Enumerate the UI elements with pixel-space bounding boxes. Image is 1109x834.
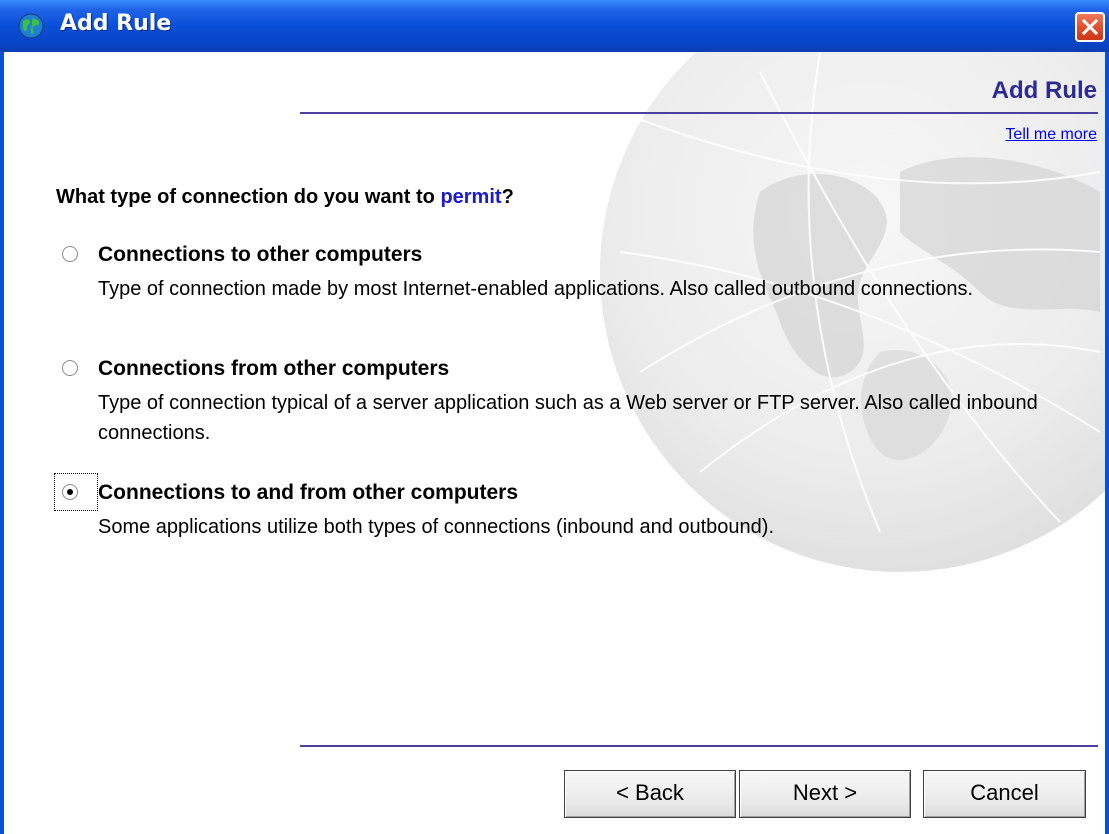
- window-title: Add Rule: [60, 11, 172, 36]
- globe-icon: [18, 13, 44, 39]
- header-divider: [300, 112, 1098, 114]
- next-button[interactable]: Next >: [739, 770, 911, 818]
- question-prefix: What type of connection do you want to: [56, 186, 441, 208]
- question-heading: What type of connection do you want to p…: [56, 186, 514, 209]
- radio-both[interactable]: [62, 484, 78, 500]
- page-heading: Add Rule: [991, 77, 1097, 104]
- option-both-label[interactable]: Connections to and from other computers: [98, 481, 518, 505]
- option-outbound-description: Type of connection made by most Internet…: [98, 278, 974, 300]
- title-bar[interactable]: Add Rule: [0, 0, 1109, 52]
- cancel-button[interactable]: Cancel: [923, 770, 1086, 818]
- option-both-description: Some applications utilize both types of …: [98, 516, 775, 538]
- question-keyword: permit: [440, 186, 502, 208]
- footer-divider: [300, 745, 1098, 747]
- radio-inbound[interactable]: [62, 360, 78, 376]
- option-outbound-label[interactable]: Connections to other computers: [98, 243, 422, 267]
- option-inbound-label[interactable]: Connections from other computers: [98, 357, 449, 381]
- radio-outbound[interactable]: [62, 246, 78, 262]
- close-button[interactable]: [1075, 12, 1105, 42]
- add-rule-dialog: Add Rule Add Rule Tell me more What type…: [0, 0, 1109, 834]
- option-inbound-description: Type of connection typical of a server a…: [98, 392, 1038, 444]
- tell-me-more-link[interactable]: Tell me more: [1005, 126, 1097, 144]
- window-border-right: [1105, 52, 1109, 834]
- close-icon: [1081, 18, 1099, 36]
- back-button[interactable]: < Back: [564, 770, 736, 818]
- window-border-left: [0, 52, 4, 834]
- question-suffix: ?: [501, 186, 514, 208]
